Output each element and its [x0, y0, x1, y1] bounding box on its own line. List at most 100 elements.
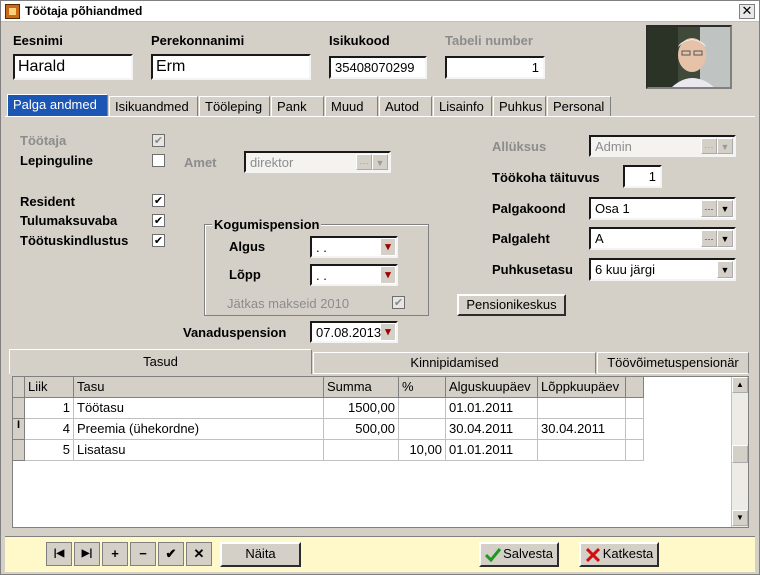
- cell-tasu[interactable]: Töötasu: [74, 398, 324, 419]
- algus-calendar-icon[interactable]: ▾: [381, 239, 395, 255]
- column-header-summa[interactable]: Summa: [324, 377, 399, 398]
- tabel-number-field[interactable]: 1: [445, 56, 545, 79]
- subtab-toovoimetuspensionar[interactable]: Töövõimetuspensionär: [597, 352, 749, 374]
- window-title: Töötaja põhiandmed: [25, 4, 143, 18]
- cancel-record-icon[interactable]: ✕: [186, 542, 212, 566]
- lepinguline-label: Lepinguline: [20, 153, 93, 168]
- column-header-tasu[interactable]: Tasu: [74, 377, 324, 398]
- cell-alguskuupaev[interactable]: 30.04.2011: [446, 419, 538, 440]
- cell-loppkuupaev[interactable]: [538, 440, 626, 461]
- puhkusetasu-select[interactable]: 6 kuu järgi ▼: [589, 258, 736, 281]
- cell-alguskuupaev[interactable]: 01.01.2011: [446, 440, 538, 461]
- palgakoond-dropdown-button[interactable]: ▼: [717, 200, 733, 217]
- naita-button[interactable]: Näita: [220, 542, 301, 567]
- tabel-number-label: Tabeli number: [445, 33, 533, 48]
- alluksus-dropdown-button[interactable]: ▼: [717, 138, 733, 154]
- tab-puhkus[interactable]: Puhkus: [493, 96, 546, 116]
- tookoha-taituvus-field[interactable]: 1: [623, 165, 662, 188]
- row-indicator[interactable]: [13, 398, 25, 419]
- cell-loppkuupaev[interactable]: [538, 398, 626, 419]
- palgakoond-value: Osa 1: [595, 201, 630, 216]
- tab-personal[interactable]: Personal: [547, 96, 611, 116]
- column-header-alguskuupaev[interactable]: Alguskuupäev: [446, 377, 538, 398]
- palgakoond-lookup-button[interactable]: ···: [701, 200, 717, 217]
- palgaleht-lookup-button[interactable]: ···: [701, 230, 717, 247]
- katkesta-label: Katkesta: [602, 546, 654, 561]
- scroll-thumb[interactable]: [732, 445, 748, 463]
- first-record-icon[interactable]: |◀: [46, 542, 72, 566]
- subtab-tasud[interactable]: Tasud: [9, 349, 312, 374]
- tab-divider: [5, 116, 755, 117]
- lopp-value: . .: [316, 268, 327, 283]
- first-name-field[interactable]: Harald: [13, 54, 133, 80]
- tab-palga-andmed[interactable]: Palga andmed: [7, 94, 108, 116]
- tulumaksuvaba-checkbox[interactable]: ✔: [152, 214, 165, 227]
- cross-icon: [586, 548, 600, 562]
- subtab-kinnipidamised[interactable]: Kinnipidamised: [313, 352, 596, 374]
- cell-alguskuupaev[interactable]: 01.01.2011: [446, 398, 538, 419]
- scroll-up-icon[interactable]: ▲: [732, 377, 748, 393]
- cell-percent[interactable]: 10,00: [399, 440, 446, 461]
- palgaleht-dropdown-button[interactable]: ▼: [717, 230, 733, 247]
- resident-checkbox[interactable]: ✔: [152, 194, 165, 207]
- puhkusetasu-value: 6 kuu järgi: [595, 262, 655, 277]
- tab-isikuandmed[interactable]: Isikuandmed: [109, 96, 198, 116]
- tootaja-checkbox[interactable]: ✔: [152, 134, 165, 147]
- lopp-date-field[interactable]: . . ▾: [310, 264, 398, 286]
- tab-lisainfo[interactable]: Lisainfo: [433, 96, 492, 116]
- cell-percent[interactable]: [399, 419, 446, 440]
- vanaduspension-label: Vanaduspension: [183, 325, 287, 340]
- cell-liik[interactable]: 1: [25, 398, 74, 419]
- tootuskindlustus-checkbox[interactable]: ✔: [152, 234, 165, 247]
- salvesta-button[interactable]: Salvesta: [479, 542, 559, 567]
- id-code-field[interactable]: 35408070299: [329, 56, 427, 79]
- add-record-icon[interactable]: +: [102, 542, 128, 566]
- column-header-loppkuupaev[interactable]: Lõppkuupäev: [538, 377, 626, 398]
- column-header-percent[interactable]: %: [399, 377, 446, 398]
- amet-label: Amet: [184, 155, 217, 170]
- palgakoond-field[interactable]: Osa 1 ··· ▼: [589, 197, 736, 220]
- grid-vertical-scrollbar[interactable]: ▲ ▼: [731, 377, 748, 527]
- tab-pank[interactable]: Pank: [271, 96, 324, 116]
- puhkusetasu-dropdown-button[interactable]: ▼: [717, 261, 733, 278]
- last-record-icon[interactable]: ▶|: [74, 542, 100, 566]
- row-indicator[interactable]: [13, 440, 25, 461]
- katkesta-button[interactable]: Katkesta: [579, 542, 659, 567]
- algus-date-field[interactable]: . . ▾: [310, 236, 398, 258]
- amet-lookup-button[interactable]: ···: [356, 154, 372, 170]
- palgaleht-field[interactable]: A ··· ▼: [589, 227, 736, 250]
- cell-summa[interactable]: [324, 440, 399, 461]
- alluksus-field[interactable]: Admin ··· ▼: [589, 135, 736, 157]
- jatkas-checkbox[interactable]: ✔: [392, 296, 405, 309]
- cell-liik[interactable]: 5: [25, 440, 74, 461]
- resident-label: Resident: [20, 194, 75, 209]
- employee-photo-image: [648, 27, 730, 87]
- tulumaksuvaba-label: Tulumaksuvaba: [20, 213, 118, 228]
- alluksus-lookup-button[interactable]: ···: [701, 138, 717, 154]
- close-button[interactable]: ✕: [739, 4, 755, 19]
- vanaduspension-date-field[interactable]: 07.08.2013 ▾: [310, 321, 398, 343]
- row-indicator[interactable]: I: [13, 419, 25, 440]
- amet-field[interactable]: direktor ··· ▼: [244, 151, 391, 173]
- employee-photo[interactable]: [646, 25, 732, 89]
- tab-tooleping[interactable]: Tööleping: [199, 96, 270, 116]
- cell-loppkuupaev[interactable]: 30.04.2011: [538, 419, 626, 440]
- lopp-calendar-icon[interactable]: ▾: [381, 267, 395, 283]
- scroll-down-icon[interactable]: ▼: [732, 510, 748, 526]
- cell-tasu[interactable]: Lisatasu: [74, 440, 324, 461]
- cell-percent[interactable]: [399, 398, 446, 419]
- amet-dropdown-button[interactable]: ▼: [372, 154, 388, 170]
- vanaduspension-calendar-icon[interactable]: ▾: [381, 324, 395, 340]
- tab-muud[interactable]: Muud: [325, 96, 378, 116]
- column-header-liik[interactable]: Liik: [25, 377, 74, 398]
- post-record-icon[interactable]: ✔: [158, 542, 184, 566]
- cell-liik[interactable]: 4: [25, 419, 74, 440]
- lepinguline-checkbox[interactable]: [152, 154, 165, 167]
- cell-summa[interactable]: 500,00: [324, 419, 399, 440]
- cell-tasu[interactable]: Preemia (ühekordne): [74, 419, 324, 440]
- last-name-field[interactable]: Erm: [151, 54, 311, 80]
- tab-autod[interactable]: Autod: [379, 96, 432, 116]
- delete-record-icon[interactable]: −: [130, 542, 156, 566]
- cell-summa[interactable]: 1500,00: [324, 398, 399, 419]
- pensionikeskus-button[interactable]: Pensionikeskus: [457, 294, 566, 316]
